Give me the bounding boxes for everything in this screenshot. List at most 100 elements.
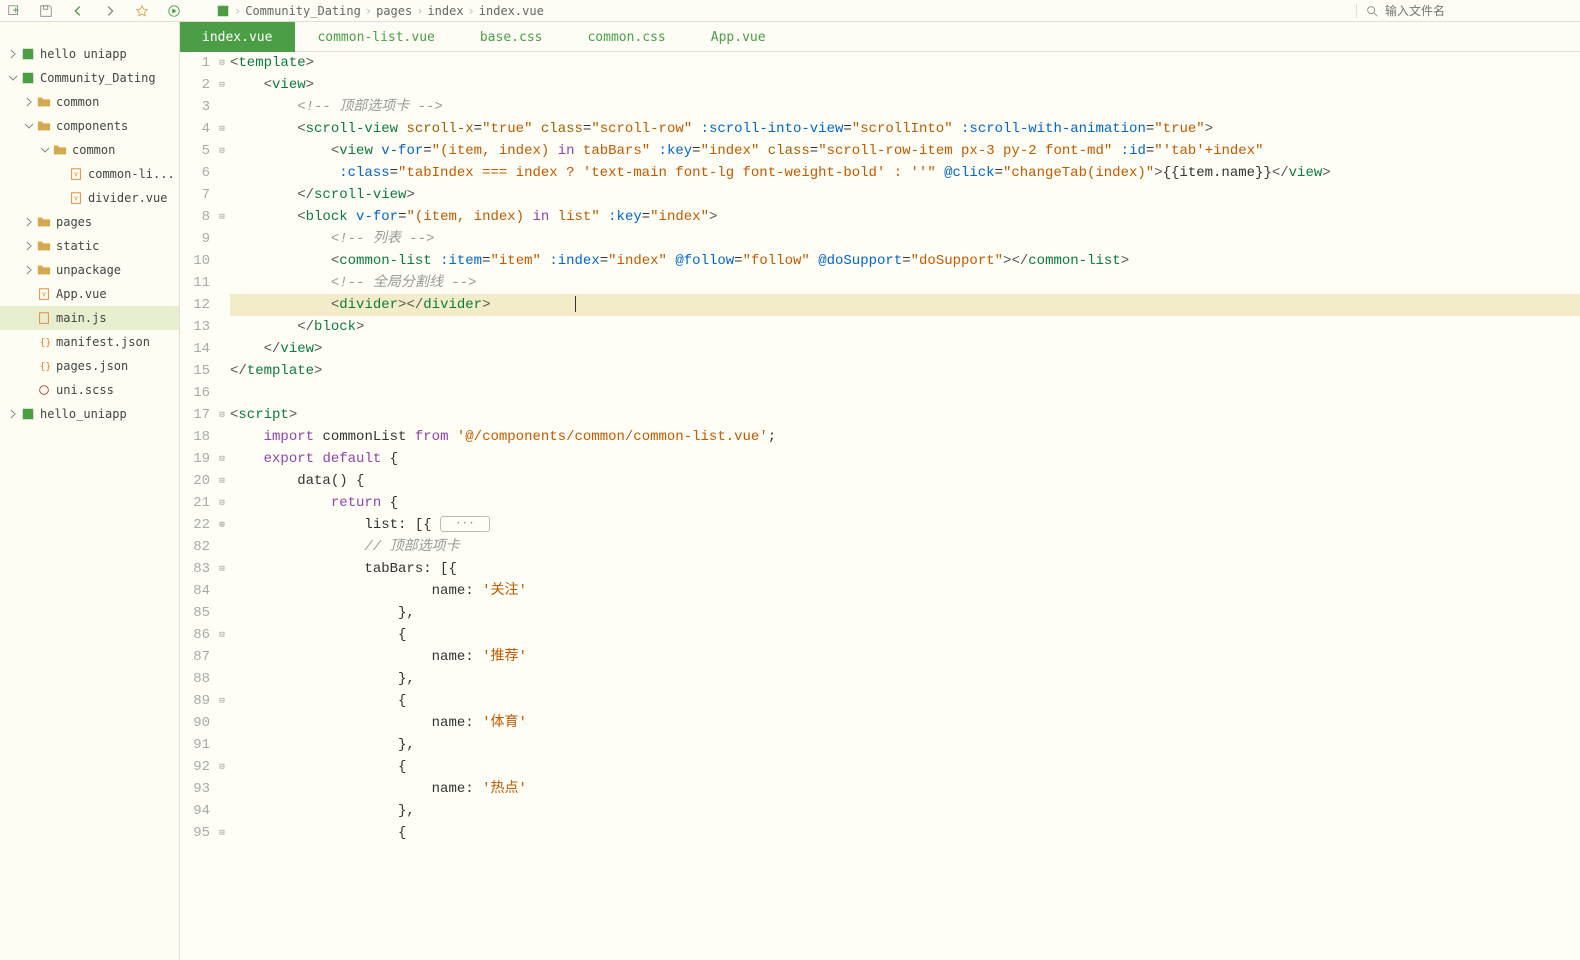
code-line[interactable]: </template>: [230, 360, 1580, 382]
tree-item-divider-vue[interactable]: Vdivider.vue: [0, 186, 179, 210]
code-line[interactable]: </scroll-view>: [230, 184, 1580, 206]
tree-item-pages[interactable]: pages: [0, 210, 179, 234]
fold-toggle[interactable]: ⊟: [216, 558, 228, 580]
code-line[interactable]: {: [230, 624, 1580, 646]
search-input[interactable]: [1385, 4, 1540, 18]
code-line[interactable]: <script>: [230, 404, 1580, 426]
chevron-right-icon[interactable]: [54, 167, 68, 181]
fold-toggle[interactable]: [216, 272, 228, 294]
tree-item-hello_uniapp[interactable]: hello_uniapp: [0, 402, 179, 426]
code-line[interactable]: {: [230, 822, 1580, 844]
fold-toggle[interactable]: ⊟: [216, 756, 228, 778]
code-line[interactable]: {: [230, 690, 1580, 712]
code-line[interactable]: list: [{ ···: [230, 514, 1580, 536]
fold-toggle[interactable]: ⊟: [216, 448, 228, 470]
fold-toggle[interactable]: [216, 536, 228, 558]
run-icon[interactable]: [164, 1, 184, 21]
chevron-right-icon[interactable]: [54, 191, 68, 205]
code-line[interactable]: <scroll-view scroll-x="true" class="scro…: [230, 118, 1580, 140]
fold-toggle[interactable]: [216, 646, 228, 668]
fold-toggle[interactable]: ⊟: [216, 206, 228, 228]
fold-toggle[interactable]: [216, 580, 228, 602]
fold-toggle[interactable]: [216, 778, 228, 800]
tree-item-common[interactable]: common: [0, 90, 179, 114]
save-icon[interactable]: [36, 1, 56, 21]
chevron-right-icon[interactable]: [22, 95, 36, 109]
code-line[interactable]: tabBars: [{: [230, 558, 1580, 580]
nav-forward-icon[interactable]: [100, 1, 120, 21]
tree-item-uni-scss[interactable]: uni.scss: [0, 378, 179, 402]
nav-back-icon[interactable]: [68, 1, 88, 21]
tree-item-App-vue[interactable]: VApp.vue: [0, 282, 179, 306]
chevron-right-icon[interactable]: [6, 47, 20, 61]
fold-toggle[interactable]: [216, 184, 228, 206]
fold-toggle[interactable]: [216, 734, 228, 756]
code-line[interactable]: <!-- 顶部选项卡 -->: [230, 96, 1580, 118]
code-line[interactable]: <common-list :item="item" :index="index"…: [230, 250, 1580, 272]
fold-toggle[interactable]: ⊟: [216, 140, 228, 162]
chevron-right-icon[interactable]: [22, 383, 36, 397]
fold-toggle[interactable]: [216, 338, 228, 360]
fold-toggle[interactable]: [216, 96, 228, 118]
fold-toggle[interactable]: ⊞: [216, 514, 228, 536]
code-editor[interactable]: 1234567891011121314151617181920212282838…: [180, 52, 1580, 960]
chevron-down-icon[interactable]: [38, 143, 52, 157]
fold-toggle[interactable]: [216, 602, 228, 624]
breadcrumb-item[interactable]: Community_Dating: [245, 4, 361, 18]
fold-toggle[interactable]: [216, 316, 228, 338]
fold-toggle[interactable]: ⊟: [216, 492, 228, 514]
tab-common-list-vue[interactable]: common-list.vue: [295, 22, 457, 52]
code-line[interactable]: <!-- 全局分割线 -->: [230, 272, 1580, 294]
fold-toggle[interactable]: [216, 250, 228, 272]
code-line[interactable]: name: '推荐': [230, 646, 1580, 668]
code-content[interactable]: <template> <view> <!-- 顶部选项卡 --> <scroll…: [228, 52, 1580, 960]
code-line[interactable]: {: [230, 756, 1580, 778]
tree-item-main-js[interactable]: main.js: [0, 306, 179, 330]
tree-item-pages-json[interactable]: {}pages.json: [0, 354, 179, 378]
chevron-down-icon[interactable]: [22, 119, 36, 133]
code-line[interactable]: <template>: [230, 52, 1580, 74]
tab-base-css[interactable]: base.css: [458, 22, 566, 52]
code-line[interactable]: },: [230, 800, 1580, 822]
fold-column[interactable]: ⊟⊟⊟⊟⊟⊟⊟⊟⊟⊞⊟⊟⊟⊟⊟: [216, 52, 228, 960]
fold-toggle[interactable]: ⊟: [216, 404, 228, 426]
tree-item-common-li-[interactable]: Vcommon-li...: [0, 162, 179, 186]
code-line[interactable]: <block v-for="(item, index) in list" :ke…: [230, 206, 1580, 228]
code-line[interactable]: },: [230, 602, 1580, 624]
chevron-right-icon[interactable]: [22, 263, 36, 277]
code-line[interactable]: name: '体育': [230, 712, 1580, 734]
tab-App-vue[interactable]: App.vue: [689, 22, 789, 52]
code-line[interactable]: return {: [230, 492, 1580, 514]
code-line[interactable]: </block>: [230, 316, 1580, 338]
chevron-right-icon[interactable]: [22, 311, 36, 325]
tree-item-common[interactable]: common: [0, 138, 179, 162]
fold-toggle[interactable]: ⊟: [216, 52, 228, 74]
code-line[interactable]: import commonList from '@/components/com…: [230, 426, 1580, 448]
breadcrumb-item[interactable]: index.vue: [479, 4, 544, 18]
tab-common-css[interactable]: common.css: [565, 22, 688, 52]
code-line[interactable]: <divider></divider>: [230, 294, 1580, 316]
chevron-right-icon[interactable]: [22, 359, 36, 373]
fold-toggle[interactable]: [216, 382, 228, 404]
chevron-right-icon[interactable]: [6, 407, 20, 421]
tree-item-unpackage[interactable]: unpackage: [0, 258, 179, 282]
code-line[interactable]: },: [230, 668, 1580, 690]
code-line[interactable]: </view>: [230, 338, 1580, 360]
file-search[interactable]: [1356, 4, 1576, 18]
tree-item-hello-uniapp[interactable]: hello uniapp: [0, 42, 179, 66]
fold-toggle[interactable]: [216, 162, 228, 184]
tree-item-Community_Dating[interactable]: Community_Dating: [0, 66, 179, 90]
fold-toggle[interactable]: [216, 712, 228, 734]
fold-toggle[interactable]: ⊟: [216, 74, 228, 96]
code-line[interactable]: <view>: [230, 74, 1580, 96]
tree-item-manifest-json[interactable]: {}manifest.json: [0, 330, 179, 354]
code-line[interactable]: name: '热点': [230, 778, 1580, 800]
tree-item-static[interactable]: static: [0, 234, 179, 258]
fold-toggle[interactable]: [216, 426, 228, 448]
code-line[interactable]: <!-- 列表 -->: [230, 228, 1580, 250]
code-line[interactable]: export default {: [230, 448, 1580, 470]
chevron-right-icon[interactable]: [22, 335, 36, 349]
fold-toggle[interactable]: [216, 360, 228, 382]
breadcrumb-item[interactable]: index: [427, 4, 463, 18]
code-line[interactable]: <view v-for="(item, index) in tabBars" :…: [230, 140, 1580, 162]
